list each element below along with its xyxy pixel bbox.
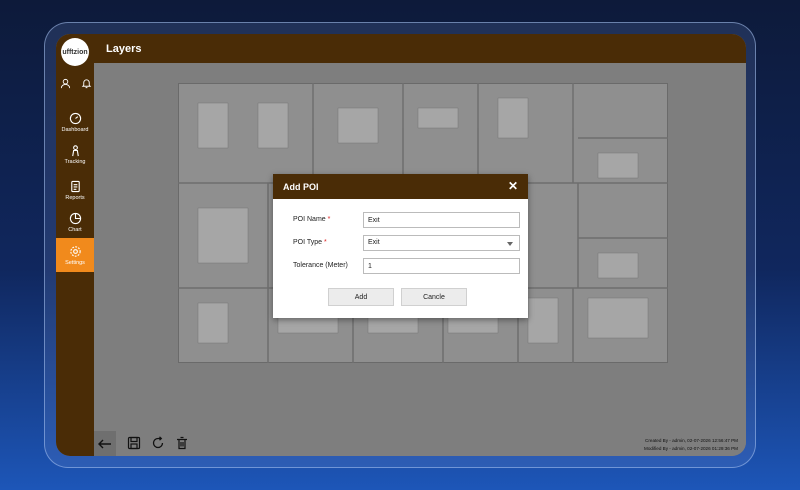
close-icon[interactable]: ✕ [508, 180, 518, 192]
add-button[interactable]: Add [328, 288, 394, 306]
page-title: Layers [106, 43, 142, 55]
save-icon[interactable] [127, 436, 141, 450]
delete-icon[interactable] [175, 436, 189, 450]
sidebar-item-label: Chart [68, 226, 82, 233]
arrow-left-icon [98, 439, 111, 448]
sidebar-item-chart[interactable]: Chart [56, 206, 94, 238]
sidebar-item-settings[interactable]: Settings [56, 238, 94, 272]
dialog-header: Add POI ✕ [273, 174, 528, 199]
tolerance-label: Tolerance (Meter) [293, 262, 348, 269]
modified-by-text: Modified By - admin, 02-07-2026 01:29:36… [644, 446, 738, 451]
reports-icon [70, 180, 80, 192]
page-header: Layers [94, 34, 746, 63]
cancel-button[interactable]: Cancle [401, 288, 467, 306]
app-logo[interactable]: ufftzion [61, 38, 89, 66]
add-poi-dialog: Add POI ✕ POI Name * POI Type * Exit Tol… [273, 174, 528, 318]
sidebar-item-tracking[interactable]: Tracking [56, 138, 94, 170]
audit-info: Created By - admin, 02-07-2026 12:56:47 … [644, 437, 738, 453]
user-icon[interactable] [60, 76, 71, 94]
sidebar: ufftzion Dashboard Tracking Reports Char… [56, 34, 94, 456]
sidebar-top-icons [60, 76, 92, 94]
sidebar-item-label: Dashboard [61, 126, 89, 133]
gear-icon [69, 245, 81, 257]
sidebar-item-label: Tracking [64, 158, 86, 165]
created-by-text: Created By - admin, 02-07-2026 12:56:47 … [645, 438, 738, 443]
dialog-title: Add POI [283, 182, 319, 192]
poi-type-select[interactable]: Exit [363, 235, 520, 251]
sidebar-item-label: Reports [65, 194, 85, 201]
page-footer: Created By - admin, 02-07-2026 12:56:47 … [94, 431, 746, 456]
sidebar-item-reports[interactable]: Reports [56, 174, 94, 206]
refresh-icon[interactable] [151, 436, 165, 450]
tolerance-input[interactable] [363, 258, 520, 274]
poi-type-label: POI Type * [293, 239, 327, 246]
poi-name-label: POI Name * [293, 216, 331, 223]
chart-icon [69, 212, 81, 224]
tolerance-row: Tolerance (Meter) [293, 258, 520, 274]
sidebar-item-label: Settings [65, 259, 85, 266]
back-button[interactable] [94, 431, 116, 456]
gauge-icon [69, 112, 81, 124]
chevron-down-icon [507, 242, 513, 246]
tracking-icon [71, 144, 79, 156]
sidebar-item-dashboard[interactable]: Dashboard [56, 106, 94, 138]
poi-name-input[interactable] [363, 212, 520, 228]
poi-type-row: POI Type * Exit [293, 235, 520, 251]
bell-icon[interactable] [81, 76, 92, 94]
poi-name-row: POI Name * [293, 212, 520, 228]
